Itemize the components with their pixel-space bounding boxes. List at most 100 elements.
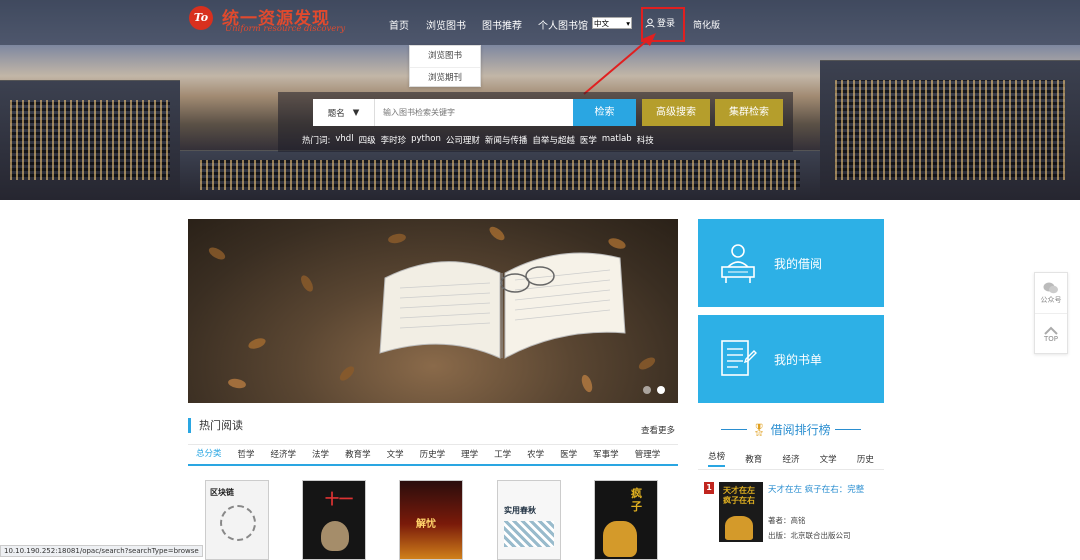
hot-word[interactable]: 医学 [580,134,597,146]
leaf-decoration [636,355,658,372]
logo-icon[interactable]: To [189,6,213,30]
leaf-decoration [298,273,316,294]
open-book-icon [379,252,626,359]
back-to-top-button[interactable]: TOP [1035,313,1067,353]
ranking-tabs: 总榜 教育 经济 文学 历史 [698,448,884,470]
nav-recommend[interactable]: 图书推荐 [482,17,522,32]
book-cover-title: 实用春秋 [504,506,536,515]
hot-word[interactable]: 科技 [637,134,654,146]
annotation-arrow-icon [583,33,656,95]
search-button[interactable]: 检索 [573,99,636,126]
hot-reading-title: 热门阅读 [188,418,243,433]
my-booklist-label: 我的书单 [774,353,823,367]
ranking-tab[interactable]: 教育 [745,453,762,465]
tab-category[interactable]: 医学 [552,445,585,465]
login-button[interactable]: 登录 [645,16,675,29]
book-cover-title: 解忧 [416,519,436,530]
carousel-dot-active[interactable] [657,386,665,394]
wechat-label: 公众号 [1040,296,1062,304]
reader-desk-icon [721,244,755,283]
ranking-tab[interactable]: 经济 [782,453,799,465]
caret-down-icon: ▼ [352,107,360,118]
dropdown-item-books[interactable]: 浏览图书 [410,46,480,67]
login-label: 登录 [657,19,676,29]
book-cover[interactable]: 区块链 [205,480,269,560]
building-windows-left [10,100,170,180]
tab-category[interactable]: 文学 [379,445,412,465]
book-cover-title: 十一 [325,492,353,508]
tab-category[interactable]: 教育学 [337,445,379,465]
language-select[interactable]: 中文 ▾ [592,17,632,29]
search-input[interactable] [375,99,573,126]
simple-version-link[interactable]: 简化版 [693,18,720,31]
leaf-decoration [579,373,595,394]
nav-home[interactable]: 首页 [389,17,409,32]
book-cover[interactable]: 解忧 [399,480,463,560]
hot-word[interactable]: vhdl [335,134,353,146]
ranking-tab[interactable]: 历史 [857,453,874,465]
carousel-dot[interactable] [643,386,651,394]
ranked-book-cover-title: 天才在左 疯子在右 [723,486,755,505]
search-type-select[interactable]: 题名 ▼ [313,99,375,126]
tab-category[interactable]: 农学 [519,445,552,465]
dropdown-item-journals[interactable]: 浏览期刊 [410,67,480,88]
tab-category[interactable]: 理学 [453,445,486,465]
hot-word[interactable]: 公司理财 [446,134,480,146]
ranked-book-title[interactable]: 天才在左 疯子在右：完整 [768,483,864,495]
hot-word[interactable]: python [411,134,441,146]
user-icon [645,18,655,28]
tab-category[interactable]: 工学 [486,445,519,465]
leaf-decoration [206,245,228,262]
search-type-value: 题名 [327,108,345,119]
chevron-down-icon: ▾ [626,18,630,28]
carousel-dots [643,386,665,394]
my-booklist-card[interactable]: 我的书单 [698,315,884,403]
my-borrow-card[interactable]: 我的借阅 [698,219,884,307]
tab-category[interactable]: 历史学 [412,445,454,465]
hot-words-label: 热门词: [302,136,331,146]
nav-browse-books[interactable]: 浏览图书 [426,17,466,32]
ranked-book-cover[interactable]: 天才在左 疯子在右 [719,482,763,542]
logo-subtitle: Uniform resource discovery [225,24,346,34]
hot-word[interactable]: 新闻与传播 [485,134,528,146]
hot-word[interactable]: 自举与超越 [532,134,575,146]
hot-word[interactable]: matlab [602,134,632,146]
ranking-title: 🎖 借阅排行榜 [698,421,884,438]
cluster-search-button[interactable]: 集群检索 [715,99,783,126]
leaf-decoration [337,363,357,384]
building-windows-right [835,80,1065,180]
tab-category[interactable]: 法学 [304,445,337,465]
book-cover-title: 区块链 [210,488,234,497]
view-more-link[interactable]: 查看更多 [641,424,675,436]
leaf-decoration [247,336,267,351]
rank-number-badge: 1 [704,482,714,494]
category-tabs: 总分类 哲学 经济学 法学 教育学 文学 历史学 理学 工学 农学 医学 军事学… [188,444,678,466]
ranking-title-text: 借阅排行榜 [770,423,831,437]
wechat-icon [1043,282,1058,294]
booklist-icon [721,340,757,376]
book-cover[interactable]: 十一 [302,480,366,560]
hot-word[interactable]: 四级 [359,134,376,146]
tab-category[interactable]: 经济学 [263,445,305,465]
advanced-search-button[interactable]: 高级搜索 [642,99,710,126]
tab-category[interactable]: 军事学 [585,445,627,465]
ranking-tab-all[interactable]: 总榜 [708,450,726,467]
hot-words: 热门词: vhdl 四级 李时珍 python 公司理财 新闻与传播 自举与超越… [302,134,654,146]
wechat-button[interactable]: 公众号 [1035,273,1067,313]
top-label: TOP [1043,334,1058,343]
ranked-book-publisher: 出版：北京联合出版公司 [768,531,851,540]
tab-all[interactable]: 总分类 [188,444,230,465]
book-cover[interactable]: 疯子 [594,480,658,560]
chevron-up-icon [1044,326,1058,335]
tab-category[interactable]: 哲学 [230,445,263,465]
my-borrow-label: 我的借阅 [774,257,823,271]
book-cover[interactable]: 实用春秋 [497,480,561,560]
ranked-book-author: 著者：高铭 [768,516,806,525]
floating-side-panel: 公众号 TOP [1034,272,1068,354]
browse-dropdown-menu: 浏览图书 浏览期刊 [409,45,481,87]
ranking-tab[interactable]: 文学 [820,453,837,465]
hot-word[interactable]: 李时珍 [381,134,407,146]
book-cover-title: 疯子 [631,487,642,513]
tab-category[interactable]: 管理学 [627,445,669,465]
building-windows-mid [200,160,800,190]
